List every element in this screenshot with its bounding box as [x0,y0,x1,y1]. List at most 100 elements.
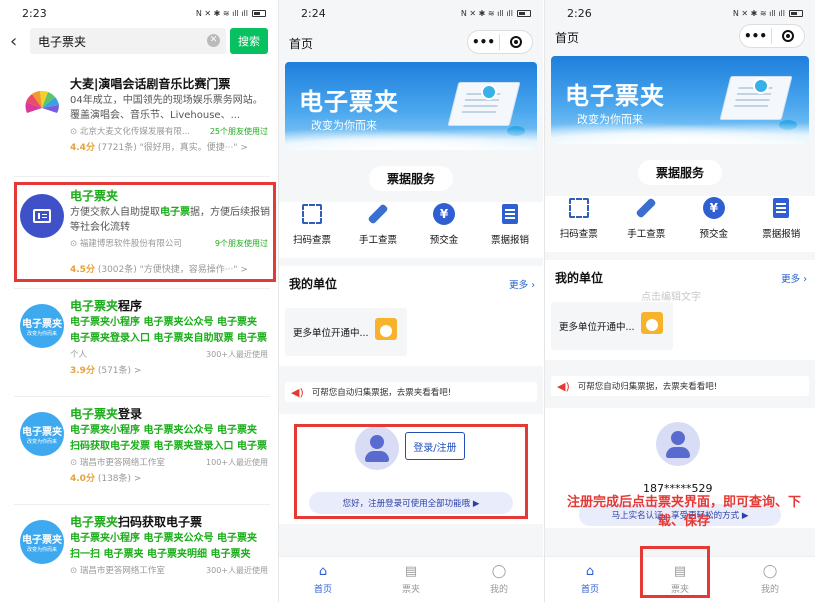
result-company: 瑞昌市更答网络工作室 [79,566,165,576]
units-more-link[interactable]: 更多 › [509,277,535,291]
result-friends: 100+人最近使用 [206,458,268,467]
search-query-text: 电子票夹 [38,34,87,49]
battery-icon [789,9,803,17]
service-manual-check[interactable]: 手工查票 [345,202,411,258]
search-result-program[interactable]: 电子票夹 改变为你而来 电子票夹程序 电子票夹小程序 电子票夹公众号 电子票夹 电… [14,298,270,394]
more-dots-icon[interactable]: ••• [740,28,773,44]
unit-card[interactable]: 更多单位开通中... [551,302,673,350]
tab-mine[interactable]: ◯ 我的 [725,557,815,602]
search-result-login[interactable]: 电子票夹 改变为你而来 电子票夹登录 电子票夹小程序 电子票夹公众号 电子票夹 扫… [14,406,270,502]
tab-ticket-folder[interactable]: ▤ 票夹 [367,557,455,602]
service-manual-check[interactable]: 手工查票 [613,196,681,252]
banner-title: 电子票夹 [299,88,399,116]
result-body: 电子票夹程序 电子票夹小程序 电子票夹公众号 电子票夹 电子票夹登录入口 电子票… [70,298,270,378]
highlight-box [640,546,710,598]
battery-icon [517,9,531,17]
result-keywords-2: 扫一扫 电子票夹 电子票夹明细 电子票夹 [70,549,251,560]
service-deposit[interactable]: ¥ 预交金 [680,196,748,252]
avatar [656,422,700,466]
ghost-edit-text: 点击编辑文字 [641,292,701,303]
instruction-annotation: 注册完成后点击票夹界面，即可查询、下载、保存 [566,495,801,529]
close-circle-icon[interactable] [772,30,804,42]
result-company: 北京大麦文化传媒发展有限... [79,127,190,137]
status-icons: N ✕ ✱ ≋ ıll ıll [733,9,803,18]
more-dots-icon[interactable]: ••• [468,34,501,50]
result-rating: 3.9分 (571条) > [70,364,270,378]
notice-bar[interactable]: ◀) 可帮您自动归集票据，去票夹看看吧! [551,376,809,396]
home-banner[interactable]: 电子票夹 改变为你而来 [285,62,537,150]
ticket-folder-icon: ▤ [404,563,418,579]
home-icon: ⌂ [585,563,595,579]
back-arrow-icon[interactable]: ‹ [10,31,30,52]
tab-mine[interactable]: ◯ 我的 [455,557,543,602]
result-rating: 4.0分 (138条) > [70,472,270,486]
medal-icon [753,78,769,94]
yen-icon: ¥ [433,203,455,225]
home-banner[interactable]: 电子票夹 改变为你而来 [551,56,809,144]
result-keywords-1: 电子票夹小程序 电子票夹公众号 电子票夹 [70,533,257,544]
status-icons: N ✕ ✱ ≋ ıll ıll [461,9,531,18]
result-meta: 个人 300+人最近使用 [70,348,270,362]
pen-icon [367,203,389,225]
result-friends: 300+人最近使用 [206,350,268,359]
units-title: 我的单位 [555,271,604,285]
tab-home[interactable]: ⌂ 首页 [279,557,367,602]
service-scan-check[interactable]: 扫码查票 [545,196,613,252]
result-friends: 25个朋友使用过 [209,127,268,136]
status-bar: 2:24 N ✕ ✱ ≋ ıll ıll [279,0,543,26]
search-bar: ‹ 电子票夹 ✕ 搜索 [10,27,268,55]
result-rating-rest: (7721条) "很好用，真实。便捷···" > [97,143,248,153]
ticket-blue-logo-icon: 电子票夹 改变为你而来 [20,304,64,348]
result-body: 电子票夹扫码获取电子票 电子票夹小程序 电子票夹公众号 电子票夹 扫一扫 电子票… [70,514,270,578]
banner-subtitle: 改变为你而来 [577,113,643,126]
result-keywords-2: 扫码获取电子发票 电子票夹登录入口 电子票 [70,441,267,452]
scan-icon [302,204,322,224]
service-reimburse[interactable]: 票据报销 [477,202,543,258]
home-icon: ⌂ [318,563,328,579]
clear-icon[interactable]: ✕ [207,34,220,47]
result-title: 电子票夹程序 [70,299,143,313]
status-time: 2:26 [567,6,592,20]
mini-program-capsule: ••• [467,30,533,54]
close-circle-icon[interactable] [500,36,532,48]
divider [14,504,270,505]
result-meta: ⊙ 瑞昌市更答网络工作室 100+人最近使用 [70,458,268,468]
pen-icon [635,197,657,219]
highlight-box [294,424,528,519]
services-row: 扫码查票 手工查票 ¥ 预交金 票据报销 [545,196,815,252]
result-rating-rest: (571条) > [97,366,142,376]
tab-home[interactable]: ⌂ 首页 [545,557,635,602]
status-time: 2:24 [301,6,326,20]
result-score: 3.9分 [70,366,95,376]
receipt-icon [773,198,790,218]
banner-title: 电子票夹 [565,82,665,110]
result-rating: 4.4分 (7721条) "很好用，真实。便捷···" > [70,141,270,155]
divider [14,176,270,177]
page-title: 首页 [555,30,580,45]
service-reimburse[interactable]: 票据报销 [748,196,815,252]
units-more-link[interactable]: 更多 › [781,271,807,285]
search-result-damai[interactable]: 大麦|演唱会话剧音乐比赛门票 04年成立，中国领先的现场娱乐票务网站。覆盖演唱会… [14,76,270,172]
result-keywords-1: 电子票夹小程序 电子票夹公众号 电子票夹 [70,317,257,328]
damai-logo-icon [25,90,59,113]
banner-subtitle: 改变为你而来 [311,119,377,132]
unit-card[interactable]: 更多单位开通中... [285,308,407,356]
speaker-icon: ◀) [291,385,304,399]
result-score: 4.4分 [70,143,95,153]
search-button[interactable]: 搜索 [230,28,268,54]
my-units-section: 我的单位 更多 › 更多单位开通中... [279,266,543,366]
service-deposit[interactable]: ¥ 预交金 [411,202,477,258]
divider [14,396,270,397]
notice-bar[interactable]: ◀) 可帮您自动归集票据，去票夹看看吧! [285,382,537,402]
yen-icon: ¥ [702,197,725,219]
calendar-icon [375,318,397,340]
result-meta: ⊙ 瑞昌市更答网络工作室 300+人最近使用 [70,566,268,576]
search-result-scan[interactable]: 电子票夹 改变为你而来 电子票夹扫码获取电子票 电子票夹小程序 电子票夹公众号 电… [14,514,270,600]
result-title: 大麦|演唱会话剧音乐比赛门票 [70,77,231,91]
result-score: 4.0分 [70,474,95,484]
result-desc: 04年成立，中国领先的现场娱乐票务网站。覆盖演唱会、音乐节、Livehouse、… [70,95,263,121]
search-input[interactable]: 电子票夹 ✕ [30,28,226,54]
calendar-icon [641,312,663,334]
service-scan-check[interactable]: 扫码查票 [279,202,345,258]
services-title: 票据服务 [545,160,815,185]
